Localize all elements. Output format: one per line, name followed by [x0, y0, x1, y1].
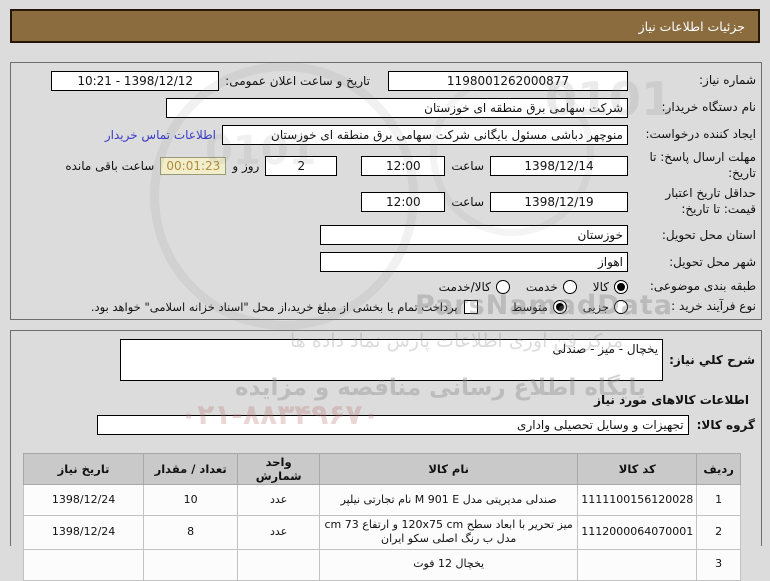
option-goods: کالا	[592, 280, 628, 295]
goods-table: ردیف کد کالا نام کالا واحد شمارش تعداد /…	[22, 453, 741, 581]
option-service: خدمت	[525, 280, 577, 295]
col-need-date: تاریخ نیاز	[22, 453, 145, 485]
cell-item-name: صندلی مدیریتی مدل M 901 E نام تجارتی نیل…	[319, 484, 579, 516]
cell-row-number: 1	[696, 484, 741, 516]
service-radio[interactable]	[562, 280, 577, 295]
row-purchase-type: نوع فرآیند خرید : جزیی متوسط پرداخت تمام…	[17, 299, 756, 315]
cell-count-unit: عدد	[237, 515, 321, 550]
price-validity-time-input[interactable]: 12:00	[361, 191, 446, 212]
col-count-unit: واحد شمارش	[237, 453, 321, 485]
row-delivery-province: استان محل تحویل: خوزستان	[17, 225, 756, 246]
buyer-org-label: نام دستگاه خریدار:	[661, 100, 757, 115]
need-info-panel: شماره نیاز: 1198001262000877 تاریخ و ساع…	[10, 62, 762, 320]
reply-deadline-date-input[interactable]: 1398/12/14	[490, 155, 628, 176]
reply-deadline-hour-label: ساعت	[451, 158, 484, 173]
delivery-province-input[interactable]: خوزستان	[320, 225, 628, 246]
cell-item-code	[577, 548, 698, 581]
cell-row-number: 2	[696, 515, 741, 550]
row-price-validity: حداقل تاریخ اعتبار قیمت: تا تاریخ: 1398/…	[17, 186, 756, 217]
page-title: جزئیات اطلاعات نیاز	[638, 18, 745, 34]
announce-datetime-label: تاریخ و ساعت اعلان عمومی:	[225, 74, 370, 88]
price-validity-date-input[interactable]: 1398/12/19	[490, 191, 628, 212]
treasury-docs-checkbox[interactable]	[463, 299, 478, 314]
option-medium: متوسط	[511, 299, 567, 314]
cell-item-name: میز تحریر با ابعاد سطح 120x75 cm و ارتفا…	[319, 515, 579, 550]
table-row: 1 1111100156120028 صندلی مدیریتی مدل M 9…	[22, 484, 741, 516]
reply-deadline-label: مهلت ارسال پاسخ: تا تاریخ:	[649, 150, 756, 180]
row-goods-group: گروه کالا: تجهیزات و وسایل تحصیلی واداری	[17, 415, 755, 435]
row-subject-classification: طبقه بندی موضوعی: کالا خدمت کالا/خدمت	[17, 279, 756, 295]
cell-quantity: 8	[143, 515, 239, 550]
treasury-docs-label: پرداخت تمام یا بخشی از مبلغ خرید،از محل …	[90, 299, 458, 314]
remaining-days-label: روز و	[232, 158, 260, 173]
medium-radio[interactable]	[552, 299, 567, 314]
cell-need-date: 1398/12/24	[22, 484, 145, 516]
delivery-province-label: استان محل تحویل:	[661, 227, 756, 242]
medium-radio-label: متوسط	[511, 299, 548, 314]
page-title-bar: جزئیات اطلاعات نیاز	[10, 9, 760, 43]
table-header-row: ردیف کد کالا نام کالا واحد شمارش تعداد /…	[22, 453, 741, 485]
delivery-city-label: شهر محل تحویل:	[669, 254, 756, 269]
cell-quantity	[143, 548, 239, 581]
remaining-time-counter: 00:01:23	[160, 156, 227, 175]
cell-item-code: 1111100156120028	[577, 484, 698, 516]
col-quantity: تعداد / مقدار	[143, 453, 239, 485]
need-details-page: { "colors":{ "titlebar_bg":"#8a6c3f", "c…	[0, 0, 770, 581]
price-validity-label: حداقل تاریخ اعتبار قیمت: تا تاریخ:	[665, 186, 756, 216]
cell-count-unit: عدد	[237, 484, 321, 516]
minor-radio[interactable]	[614, 299, 628, 314]
subject-classification-label: طبقه بندی موضوعی:	[649, 279, 756, 294]
cell-row-number: 3	[696, 548, 741, 581]
row-buyer-org: نام دستگاه خریدار: شرکت سهامی برق منطقه …	[17, 98, 756, 118]
option-goods-service: کالا/خدمت	[438, 280, 510, 295]
goods-radio-label: کالا	[592, 280, 609, 295]
goods-group-label: گروه کالا:	[696, 418, 755, 432]
col-row-number: ردیف	[696, 453, 741, 485]
announce-datetime-input[interactable]: 1398/12/12 - 10:21	[51, 71, 220, 91]
cell-need-date: 1398/12/24	[22, 515, 145, 550]
buyer-org-input[interactable]: شرکت سهامی برق منطقه ای خوزستان	[166, 98, 628, 118]
cell-quantity: 10	[143, 484, 239, 516]
cell-item-code: 1112000064070001	[577, 515, 698, 550]
need-number-input[interactable]: 1198001262000877	[388, 71, 628, 91]
goods-panel: شرح كلي نياز: یخچال - میز - صندلی اطلاعا…	[10, 330, 762, 581]
col-item-name: نام کالا	[319, 453, 579, 485]
goods-service-radio[interactable]	[495, 280, 510, 295]
purchase-type-label: نوع فرآیند خرید :	[671, 298, 756, 313]
buyer-contact-link[interactable]: اطلاعات تماس خریدار	[105, 128, 216, 142]
cell-need-date	[22, 548, 145, 581]
goods-info-heading: اطلاعات کالاهای مورد نیاز	[594, 393, 749, 407]
cell-count-unit	[237, 548, 321, 581]
option-minor: جزیی	[582, 299, 628, 314]
row-delivery-city: شهر محل تحویل: اهواز	[17, 252, 756, 273]
need-description-textarea[interactable]: یخچال - میز - صندلی	[120, 339, 664, 381]
service-radio-label: خدمت	[525, 280, 558, 295]
row-reply-deadline: مهلت ارسال پاسخ: تا تاریخ: 1398/12/14 سا…	[17, 150, 756, 181]
row-need-number: شماره نیاز: 1198001262000877 تاریخ و ساع…	[17, 71, 756, 91]
request-creator-input[interactable]: منوچهر دباشی مسئول بایگانی شرکت سهامی بر…	[222, 125, 628, 145]
table-row: 2 1112000064070001 میز تحریر با ابعاد سط…	[22, 515, 741, 550]
minor-radio-label: جزیی	[582, 299, 609, 314]
need-number-label: شماره نیاز:	[699, 73, 756, 88]
goods-service-radio-label: کالا/خدمت	[438, 280, 491, 295]
request-creator-label: ایجاد کننده درخواست:	[645, 127, 756, 142]
price-validity-hour-label: ساعت	[451, 194, 484, 209]
row-need-description: شرح كلي نياز: یخچال - میز - صندلی	[17, 339, 755, 381]
col-item-code: کد کالا	[577, 453, 698, 485]
goods-radio[interactable]	[614, 280, 628, 295]
table-row: 3 یخچال 12 فوت	[22, 548, 741, 581]
remaining-time-label: ساعت باقی مانده	[65, 158, 155, 173]
delivery-city-input[interactable]: اهواز	[320, 252, 628, 273]
remaining-days-input[interactable]: 2	[265, 155, 338, 176]
row-request-creator: ایجاد کننده درخواست: منوچهر دباشی مسئول …	[17, 125, 756, 145]
reply-deadline-time-input[interactable]: 12:00	[361, 155, 446, 176]
need-description-label: شرح كلي نياز:	[669, 353, 755, 367]
cell-item-name: یخچال 12 فوت	[319, 548, 579, 581]
goods-group-input[interactable]: تجهیزات و وسایل تحصیلی واداری	[96, 415, 689, 435]
